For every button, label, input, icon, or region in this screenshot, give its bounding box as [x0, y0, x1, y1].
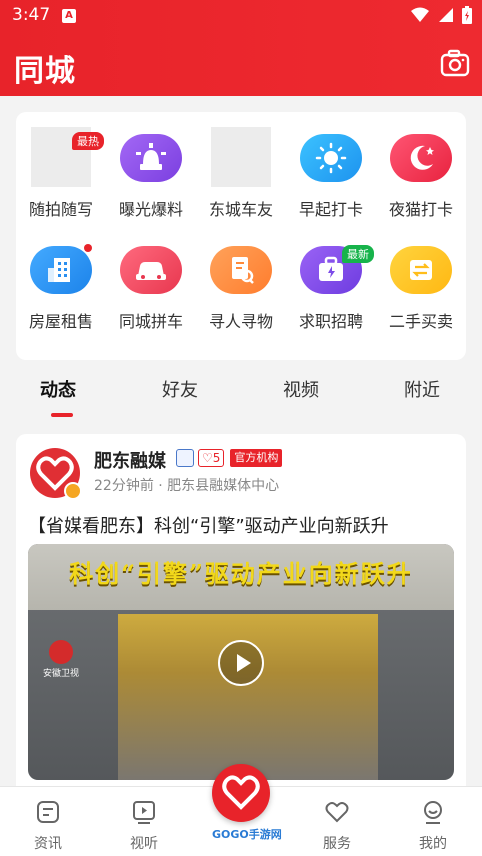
status-bar: 3:47 A	[0, 0, 482, 32]
shortcut-label: 夜猫打卡	[388, 200, 453, 219]
shortcut-label: 房屋租售	[28, 312, 93, 331]
shortcut-label: 东城车友	[208, 200, 273, 219]
heart-count: 5	[212, 451, 221, 465]
tv-logo-icon	[49, 640, 73, 664]
nav-services[interactable]: 服务	[302, 799, 372, 853]
shortcut-housing[interactable]: 房屋租售	[16, 224, 106, 334]
heart-logo-icon	[222, 775, 260, 810]
car-icon	[120, 246, 182, 294]
sun-icon	[300, 134, 362, 182]
nav-label: 服务	[323, 836, 351, 852]
hot-badge: 最热	[72, 132, 104, 150]
shortcut-car-club[interactable]: 东城车友	[196, 112, 286, 222]
shortcut-exposure[interactable]: 曝光爆料	[106, 112, 196, 222]
official-badge: 官方机构	[230, 449, 283, 467]
tab-nearby[interactable]: 附近	[404, 376, 440, 402]
shortcut-label: 求职招聘	[298, 312, 363, 331]
shortcut-label: 同城拼车	[118, 312, 183, 331]
active-tab-indicator	[51, 413, 73, 417]
tab-dynamic[interactable]: 动态	[40, 376, 76, 402]
notification-a-icon: A	[62, 9, 76, 23]
tab-friends[interactable]: 好友	[162, 376, 198, 402]
nav-profile[interactable]: 我的	[398, 799, 468, 853]
author-name[interactable]: 肥东融媒	[94, 447, 166, 473]
building-icon	[30, 246, 92, 294]
video-play-icon	[133, 801, 155, 824]
signal-icon	[439, 8, 453, 22]
video-thumbnail[interactable]: 科创“引擎”驱动产业向新跃升 安徽卫视	[28, 544, 454, 780]
nav-label: 视听	[130, 836, 158, 852]
verified-icon	[64, 482, 82, 500]
moon-icon	[390, 134, 452, 182]
shortcut-photo-post[interactable]: 最热 随拍随写	[16, 112, 106, 222]
shortcut-grid: 最热 随拍随写 曝光爆料 东城车友 早起打卡 夜猫打卡 房屋租售 同城拼车 寻人…	[16, 112, 466, 360]
tv-station-logo: 安徽卫视	[38, 640, 84, 679]
tab-video[interactable]: 视频	[283, 376, 319, 402]
shortcut-lost-found[interactable]: 寻人寻物	[196, 224, 286, 334]
car-club-image	[211, 127, 271, 187]
heart-count-badge: ♡5	[198, 449, 225, 467]
video-scene	[118, 614, 378, 780]
shortcut-label: 随拍随写	[28, 200, 93, 219]
nav-video[interactable]: 视听	[109, 799, 179, 853]
alarm-light-icon	[120, 134, 182, 182]
shortcut-label: 二手买卖	[388, 312, 453, 331]
status-icons	[410, 6, 472, 24]
page-title: 同城	[14, 54, 76, 89]
feed-post[interactable]: 肥东融媒 ♡5 官方机构 22分钟前 · 肥东县融媒体中心 【省媒看肥东】科创“…	[16, 434, 466, 794]
post-headline[interactable]: 【省媒看肥东】科创“引擎”驱动产业向新跃升	[28, 512, 389, 538]
shortcut-label: 早起打卡	[298, 200, 363, 219]
shortcut-second-hand[interactable]: 二手买卖	[376, 224, 466, 334]
tv-logo-text: 安徽卫视	[42, 669, 79, 679]
app-header: 3:47 A 同城	[0, 0, 482, 96]
avatar[interactable]	[30, 448, 82, 500]
shortcut-early-checkin[interactable]: 早起打卡	[286, 112, 376, 222]
video-banner: 科创“引擎”驱动产业向新跃升	[28, 544, 454, 610]
watermark: GOGO手游网	[212, 828, 282, 841]
search-doc-icon	[210, 246, 272, 294]
play-icon[interactable]	[218, 640, 264, 686]
shortcut-carpool[interactable]: 同城拼车	[106, 224, 196, 334]
battery-icon	[462, 6, 472, 24]
post-meta: 22分钟前 · 肥东县融媒体中心	[94, 478, 280, 494]
shortcut-jobs[interactable]: 最新 求职招聘	[286, 224, 376, 334]
new-badge: 最新	[342, 245, 374, 263]
camera-icon[interactable]	[440, 48, 470, 78]
swap-icon	[390, 246, 452, 294]
nav-news[interactable]: 资讯	[13, 799, 83, 853]
shortcut-night-checkin[interactable]: 夜猫打卡	[376, 112, 466, 222]
feed-tabs: 动态 好友 视频 附近	[16, 370, 466, 420]
heart-service-icon	[325, 802, 349, 823]
new-dot	[84, 244, 92, 252]
center-home-button[interactable]	[212, 764, 270, 822]
status-time: 3:47	[12, 5, 51, 25]
shortcut-label: 寻人寻物	[208, 312, 273, 331]
news-icon	[37, 801, 59, 823]
profile-icon	[424, 801, 442, 824]
wifi-icon	[411, 7, 429, 22]
author-badges: ♡5 官方机构	[176, 449, 283, 467]
video-title: 科创“引擎”驱动产业向新跃升	[69, 559, 413, 588]
nav-label: 资讯	[34, 836, 62, 852]
user-level-icon	[176, 449, 194, 467]
shortcut-label: 曝光爆料	[118, 200, 183, 219]
nav-label: 我的	[419, 836, 447, 852]
